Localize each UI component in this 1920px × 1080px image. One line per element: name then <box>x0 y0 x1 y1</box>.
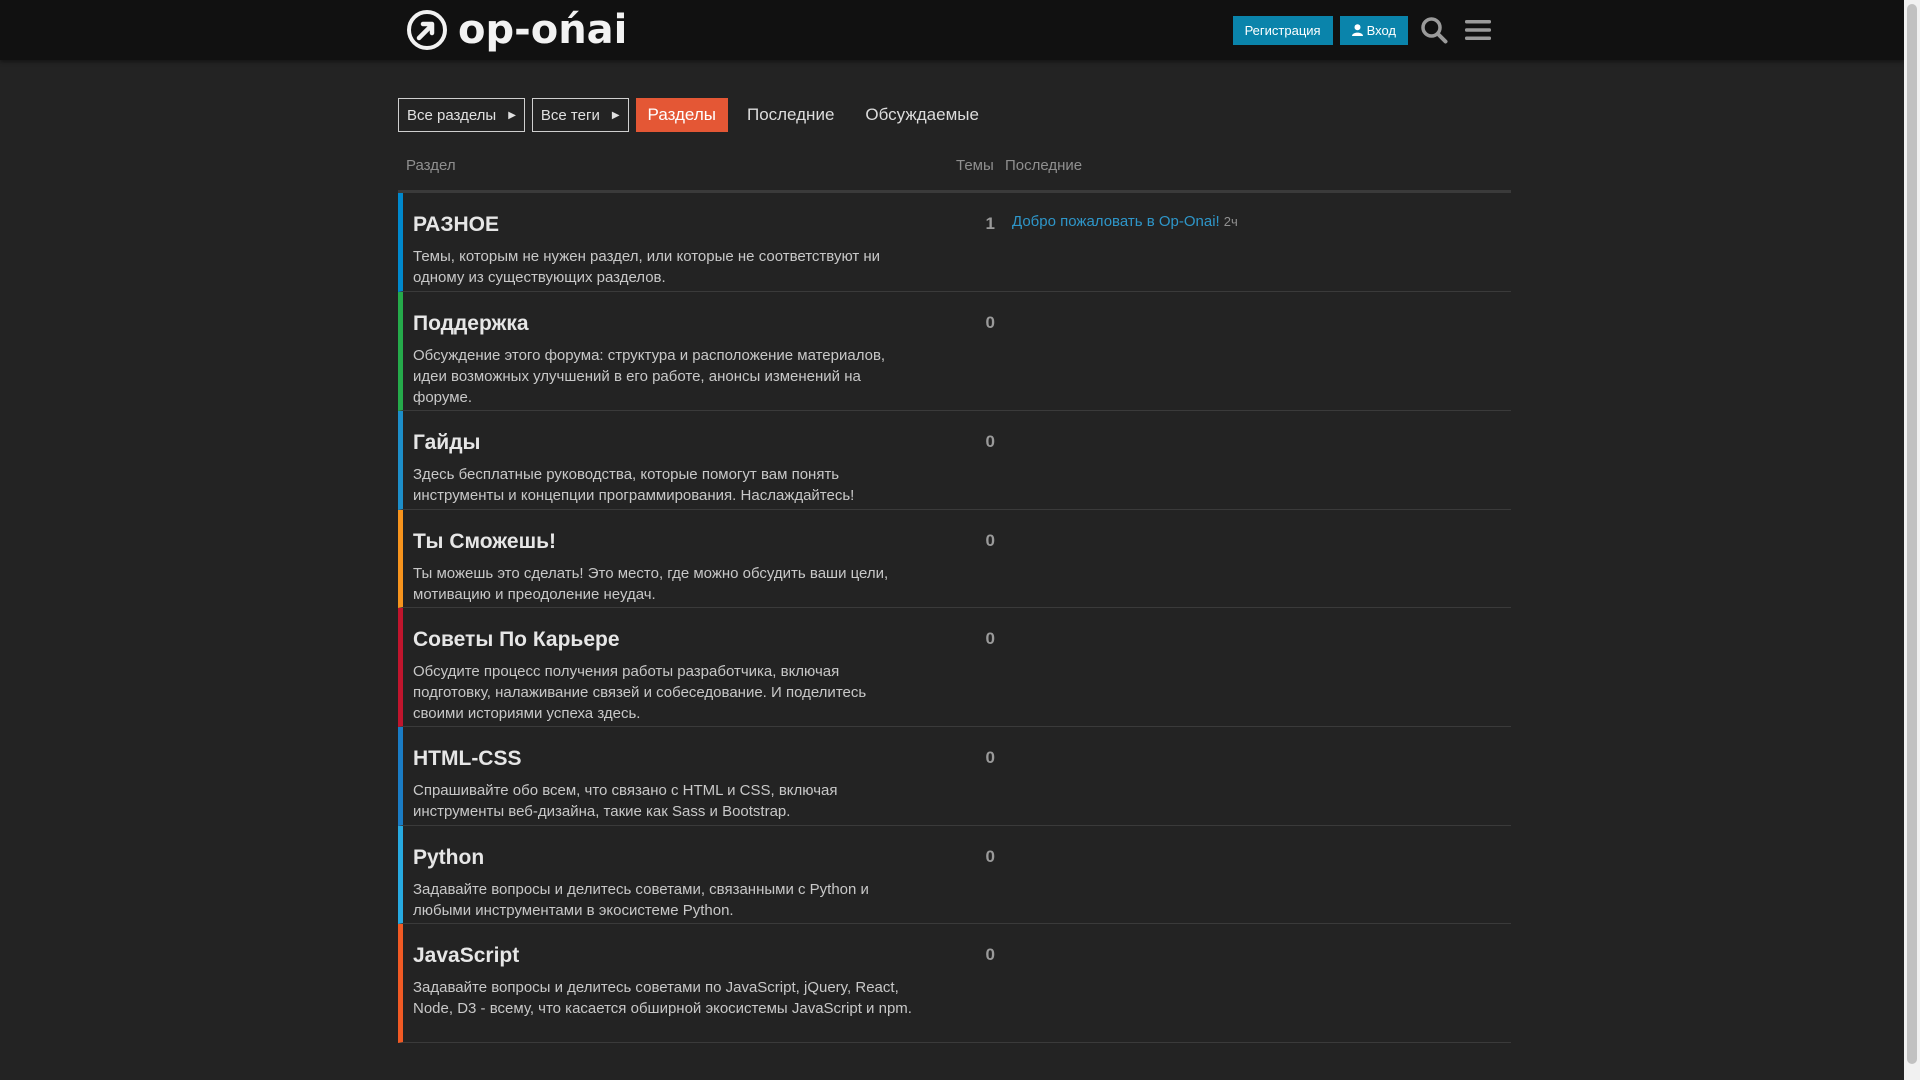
user-icon <box>1351 24 1363 36</box>
tab-latest[interactable]: Последние <box>735 98 846 132</box>
latest-topic: Добро пожаловать в Op-Onai! 2ч <box>1012 213 1238 230</box>
category-topic-count: 0 <box>985 432 995 451</box>
category-description: Задавайте вопросы и делитесь советами, с… <box>413 881 869 919</box>
navigation-bar: Все разделы ▶ Все теги ▶ Разделы Последн… <box>398 98 998 132</box>
category-name[interactable]: Поддержка <box>413 312 529 336</box>
login-button[interactable]: Вход <box>1339 15 1408 45</box>
categories-dropdown-label: Все разделы <box>407 106 497 124</box>
category-description: Здесь бесплатные руководства, которые по… <box>413 466 855 504</box>
scrollbar-thumb[interactable] <box>1907 4 1917 1064</box>
category-description: Обсудите процесс получения работы разраб… <box>413 663 867 722</box>
category-row[interactable]: Поддержка Обсуждение этого форума: струк… <box>398 292 1511 411</box>
category-row[interactable]: Ты Сможешь! Ты можешь это сделать! Это м… <box>398 510 1511 608</box>
category-description: Спрашивайте обо всем, что связано с HTML… <box>413 782 838 820</box>
category-row[interactable]: Гайды Здесь бесплатные руководства, кото… <box>398 411 1511 510</box>
logo-text: op-ońai <box>458 7 628 53</box>
category-row[interactable]: РАЗНОЕ Темы, которым не нужен раздел, ил… <box>398 193 1511 292</box>
search-icon[interactable] <box>1416 12 1452 48</box>
tab-categories[interactable]: Разделы <box>635 98 728 132</box>
category-name[interactable]: Гайды <box>413 431 480 455</box>
category-name[interactable]: Python <box>413 846 484 870</box>
category-topic-count: 0 <box>985 313 995 332</box>
column-header-category: Раздел <box>406 157 456 174</box>
category-name[interactable]: РАЗНОЕ <box>413 213 499 237</box>
category-topic-count: 0 <box>985 629 995 648</box>
category-row[interactable]: Советы По Карьере Обсудите процесс получ… <box>398 608 1511 727</box>
category-topic-count: 0 <box>985 847 995 866</box>
category-row[interactable]: JavaScript Задавайте вопросы и делитесь … <box>398 924 1511 1043</box>
categories-dropdown[interactable]: Все разделы ▶ <box>398 98 525 132</box>
column-header-topics: Темы <box>956 157 994 174</box>
hamburger-menu-icon[interactable] <box>1460 12 1496 48</box>
category-name[interactable]: JavaScript <box>413 944 519 968</box>
category-topic-count: 0 <box>985 945 995 964</box>
category-description: Задавайте вопросы и делитесь советами по… <box>413 979 912 1017</box>
category-topic-count: 1 <box>985 214 995 233</box>
category-row[interactable]: HTML-CSS Спрашивайте обо всем, что связа… <box>398 727 1511 826</box>
caret-right-icon: ▶ <box>611 109 620 121</box>
category-row[interactable]: Python Задавайте вопросы и делитесь сове… <box>398 826 1511 924</box>
site-logo[interactable]: op-ońai <box>406 8 627 52</box>
tags-dropdown[interactable]: Все теги ▶ <box>531 98 629 132</box>
category-description: Темы, которым не нужен раздел, или котор… <box>413 248 881 286</box>
table-header: Раздел Темы Последние <box>398 152 1511 193</box>
category-name[interactable]: Советы По Карьере <box>413 628 620 652</box>
tab-top[interactable]: Обсуждаемые <box>853 98 991 132</box>
category-topic-count: 0 <box>985 531 995 550</box>
tags-dropdown-label: Все теги <box>540 106 600 124</box>
login-button-label: Вход <box>1366 22 1396 38</box>
page-scrollbar[interactable] <box>1904 0 1920 1080</box>
categories-table: Раздел Темы Последние РАЗНОЕ Темы, котор… <box>398 152 1511 1043</box>
category-description: Ты можешь это сделать! Это место, где мо… <box>413 565 889 603</box>
logo-icon <box>407 10 447 50</box>
column-header-latest: Последние <box>1005 157 1083 174</box>
caret-right-icon: ▶ <box>508 109 516 121</box>
site-header: op-ońai Регистрация Вход <box>0 0 1904 60</box>
category-name[interactable]: Ты Сможешь! <box>413 530 556 554</box>
latest-topic-link[interactable]: Добро пожаловать в Op-Onai! <box>1012 213 1220 230</box>
category-topic-count: 0 <box>985 748 995 767</box>
register-button[interactable]: Регистрация <box>1232 15 1333 45</box>
category-description: Обсуждение этого форума: структура и рас… <box>413 347 886 406</box>
register-button-label: Регистрация <box>1244 22 1321 38</box>
latest-topic-age: 2ч <box>1223 214 1238 229</box>
category-name[interactable]: HTML-CSS <box>413 747 522 771</box>
